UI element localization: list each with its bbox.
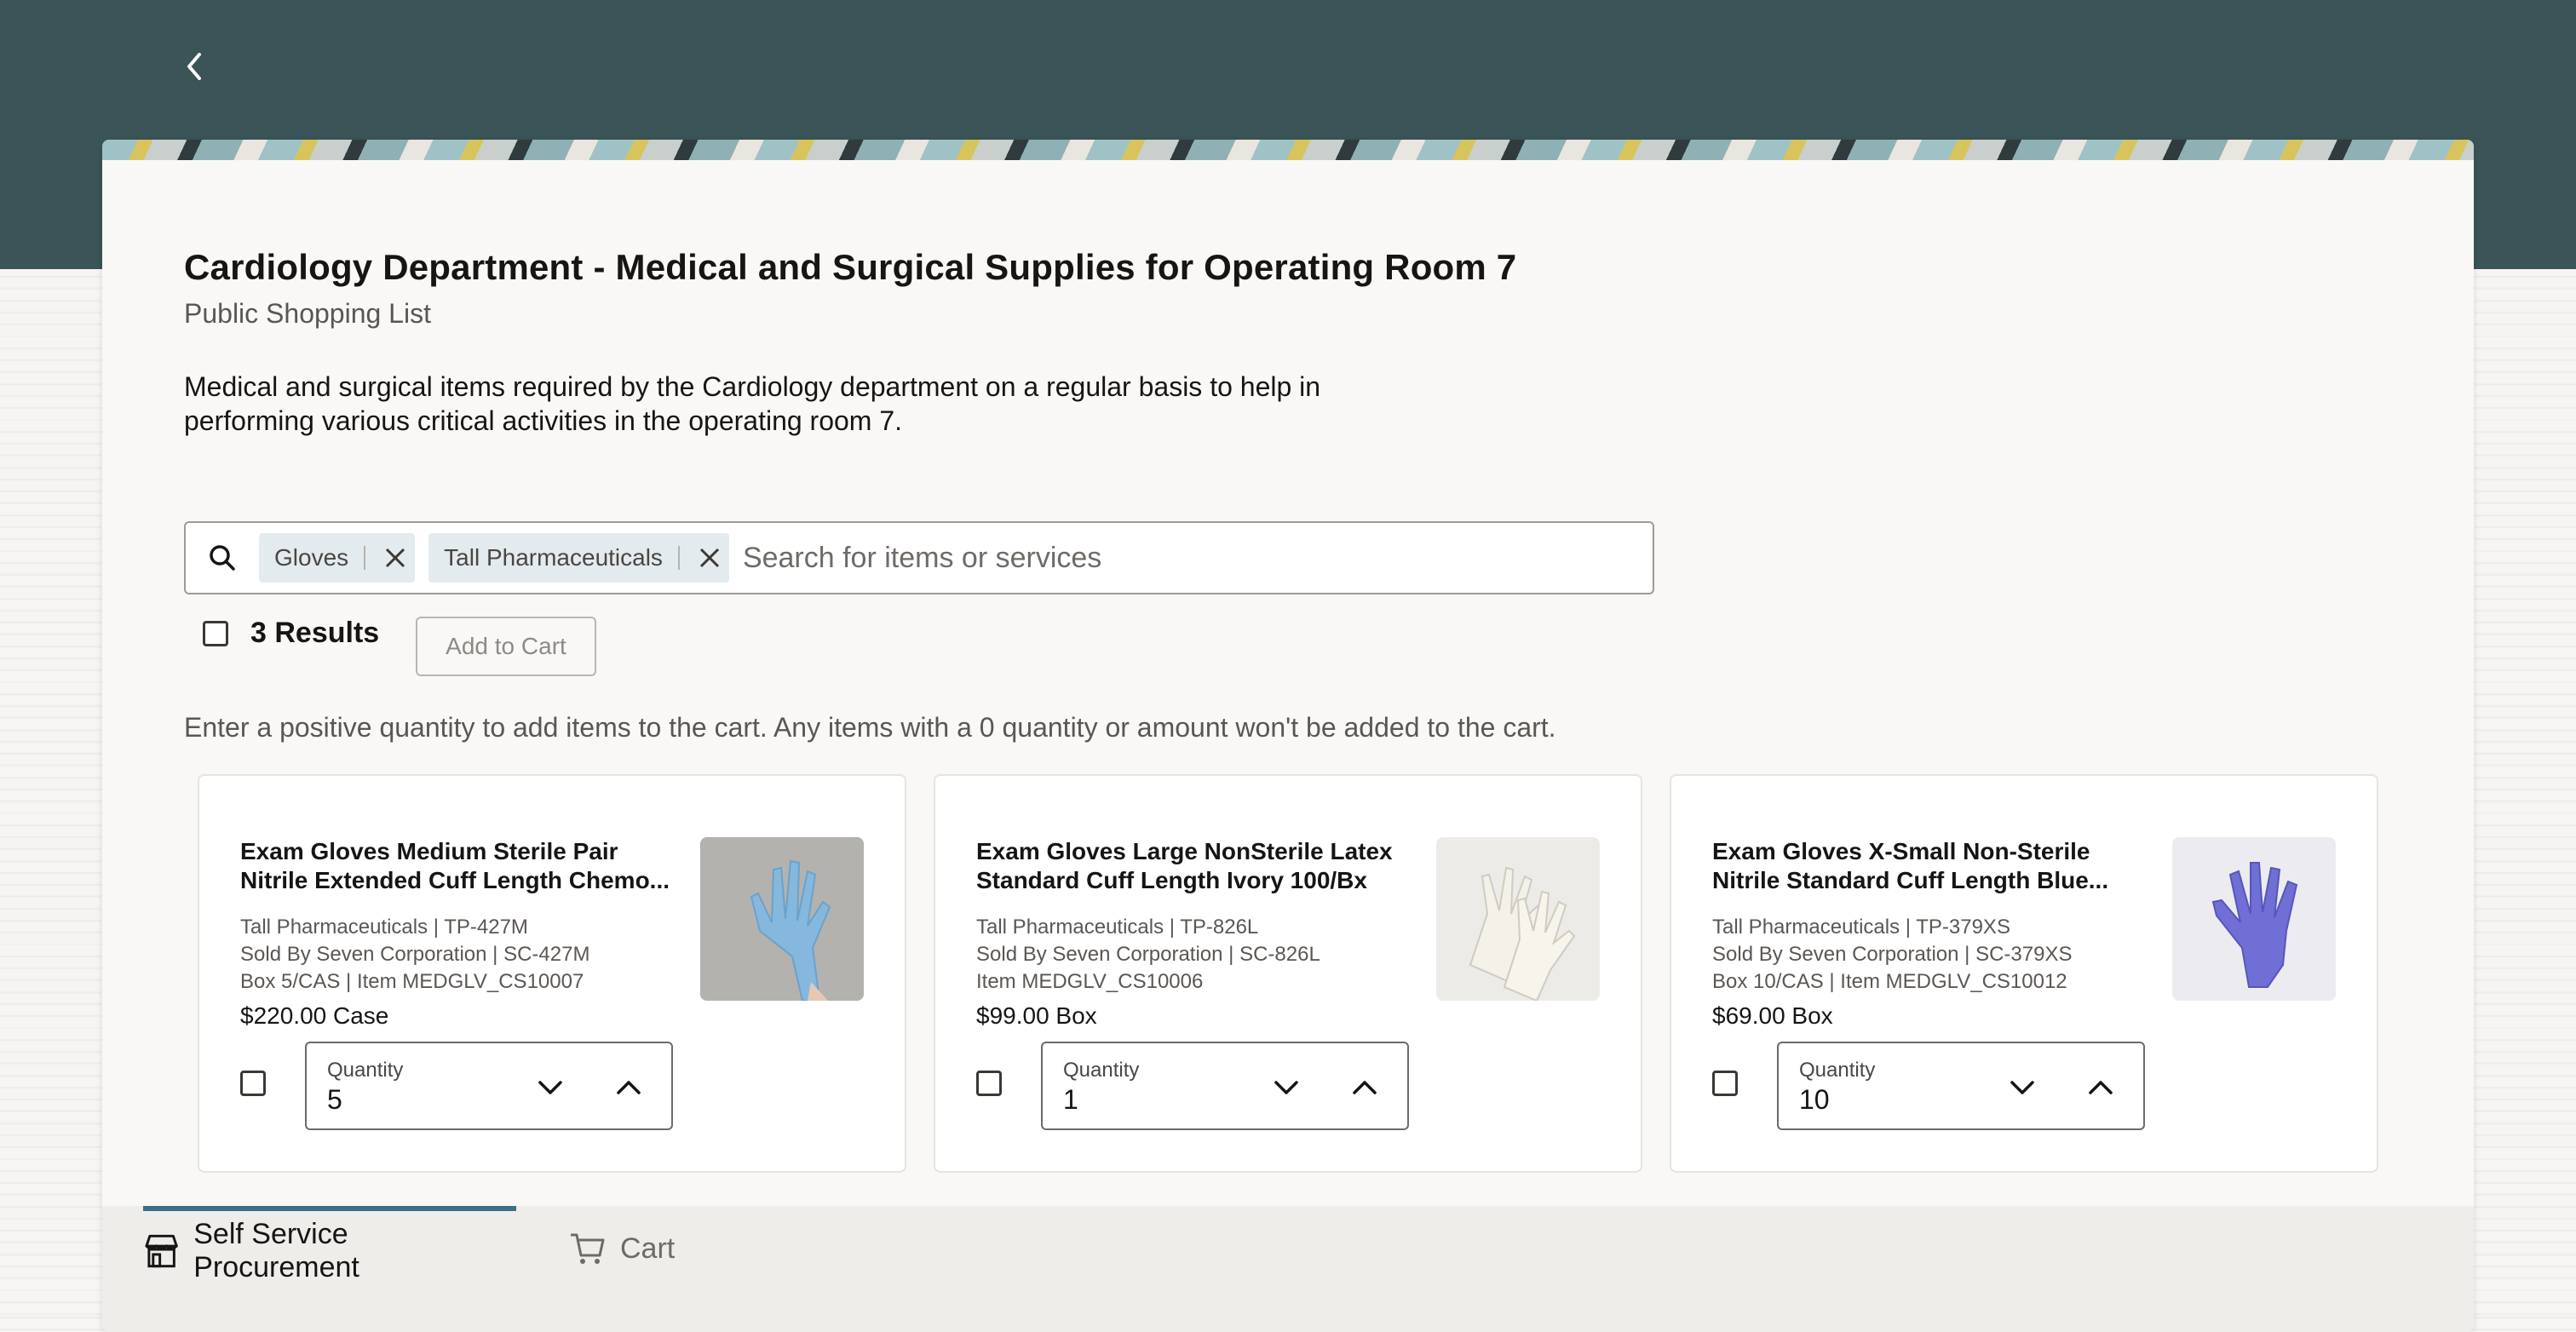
product-seller: Sold By Seven Corporation | SC-826L [976, 943, 1320, 966]
results-row: 3 Results [203, 617, 379, 650]
list-description: Medical and surgical items required by t… [184, 371, 1321, 436]
product-select-checkbox[interactable] [240, 1071, 266, 1096]
product-name-line: Standard Cuff Length Ivory 100/Bx [976, 867, 1367, 893]
product-price: $220.00 Case [240, 1002, 389, 1029]
quantity-label: Quantity [327, 1059, 404, 1082]
product-card[interactable]: Exam Gloves Large NonSterile Latex Stand… [934, 774, 1642, 1173]
product-name[interactable]: Exam Gloves X-Small Non-Sterile Nitrile … [1712, 837, 2155, 895]
product-select-checkbox[interactable] [1712, 1071, 1738, 1096]
product-item-number: Box 5/CAS | Item MEDGLV_CS10007 [240, 970, 584, 993]
product-name-line: Nitrile Standard Cuff Length Blue... [1712, 867, 2109, 893]
product-select-checkbox[interactable] [976, 1071, 1002, 1096]
product-name-line: Exam Gloves Large NonSterile Latex [976, 838, 1393, 864]
product-card[interactable]: Exam Gloves X-Small Non-Sterile Nitrile … [1670, 774, 2378, 1173]
product-name[interactable]: Exam Gloves Large NonSterile Latex Stand… [976, 837, 1419, 895]
chevron-left-icon [187, 53, 201, 80]
chip-divider [677, 546, 680, 570]
quantity-label: Quantity [1799, 1059, 1876, 1082]
tab-label: Self Service Procurement [193, 1218, 359, 1283]
back-button[interactable] [174, 43, 215, 90]
product-image[interactable] [700, 837, 864, 1001]
close-icon [699, 548, 719, 568]
chip-divider [364, 546, 366, 570]
add-to-cart-button[interactable]: Add to Cart [416, 617, 596, 676]
product-price: $69.00 Box [1712, 1002, 1833, 1029]
remove-chip-tall-pharmaceuticals-button[interactable] [690, 533, 729, 583]
chevron-down-icon [538, 1081, 562, 1094]
cart-icon [571, 1233, 605, 1264]
chip-label: Gloves [274, 544, 349, 571]
tab-label: Cart [620, 1232, 676, 1265]
quantity-value[interactable]: 1 [1063, 1084, 1078, 1116]
product-item-number: Box 10/CAS | Item MEDGLV_CS10012 [1712, 970, 2067, 993]
product-meta: Tall Pharmaceuticals | TP-379XS Sold By … [1712, 914, 2072, 996]
product-seller: Sold By Seven Corporation | SC-379XS [1712, 943, 2073, 966]
chevron-down-icon [1274, 1081, 1298, 1094]
decorative-banner [102, 140, 2474, 160]
chip-label: Tall Pharmaceuticals [444, 544, 663, 571]
product-price: $99.00 Box [976, 1002, 1097, 1029]
product-name-line: Exam Gloves Medium Sterile Pair [240, 838, 618, 864]
product-meta: Tall Pharmaceuticals | TP-826L Sold By S… [976, 914, 1320, 996]
results-count: 3 Results [250, 617, 380, 649]
bottom-navigation: Self Service Procurement Cart [102, 1206, 2474, 1332]
product-name-line: Exam Gloves X-Small Non-Sterile [1712, 838, 2090, 864]
chevron-up-icon [1353, 1081, 1377, 1094]
store-icon [145, 1234, 178, 1268]
increment-button[interactable] [607, 1065, 651, 1110]
product-image[interactable] [2172, 837, 2336, 1001]
product-item-number: Item MEDGLV_CS10006 [976, 970, 1204, 993]
product-supplier: Tall Pharmaceuticals | TP-826L [976, 916, 1259, 939]
chevron-down-icon [2010, 1081, 2034, 1094]
quantity-stepper[interactable]: Quantity 10 [1777, 1042, 2145, 1130]
remove-chip-gloves-button[interactable] [376, 533, 415, 583]
product-image[interactable] [1436, 837, 1600, 1001]
chevron-up-icon [2089, 1081, 2113, 1094]
search-bar: Gloves Tall Pharmaceuticals [184, 521, 1654, 594]
quantity-value[interactable]: 5 [327, 1084, 342, 1116]
increment-button[interactable] [1343, 1065, 1387, 1110]
decrement-button[interactable] [2000, 1065, 2044, 1110]
increment-button[interactable] [2079, 1065, 2123, 1110]
product-meta: Tall Pharmaceuticals | TP-427M Sold By S… [240, 914, 589, 996]
decrement-button[interactable] [528, 1065, 572, 1110]
product-name-line: Nitrile Extended Cuff Length Chemo... [240, 867, 670, 893]
page-title: Cardiology Department - Medical and Surg… [184, 247, 1517, 287]
filter-chip-gloves: Gloves [259, 533, 416, 583]
search-icon[interactable] [186, 523, 259, 593]
search-input[interactable] [742, 527, 1653, 588]
tab-self-service-procurement[interactable]: Self Service Procurement [143, 1206, 516, 1291]
product-supplier: Tall Pharmaceuticals | TP-379XS [1712, 916, 2010, 939]
decrement-button[interactable] [1264, 1065, 1308, 1110]
quantity-stepper[interactable]: Quantity 1 [1041, 1042, 1409, 1130]
chevron-up-icon [617, 1081, 641, 1094]
product-seller: Sold By Seven Corporation | SC-427M [240, 943, 590, 966]
product-supplier: Tall Pharmaceuticals | TP-427M [240, 916, 528, 939]
tab-cart[interactable]: Cart [569, 1206, 739, 1291]
quantity-value[interactable]: 10 [1799, 1084, 1830, 1116]
product-name[interactable]: Exam Gloves Medium Sterile Pair Nitrile … [240, 837, 683, 895]
select-all-checkbox[interactable] [203, 620, 228, 646]
quantity-hint: Enter a positive quantity to add items t… [184, 712, 1556, 743]
quantity-stepper[interactable]: Quantity 5 [305, 1042, 673, 1130]
close-icon [386, 548, 405, 568]
shopping-list-card: Cardiology Department - Medical and Surg… [102, 140, 2474, 1332]
quantity-label: Quantity [1063, 1059, 1140, 1082]
filter-chip-tall-pharmaceuticals: Tall Pharmaceuticals [428, 533, 729, 583]
product-card[interactable]: Exam Gloves Medium Sterile Pair Nitrile … [198, 774, 906, 1173]
page-subtitle: Public Shopping List [184, 298, 431, 329]
